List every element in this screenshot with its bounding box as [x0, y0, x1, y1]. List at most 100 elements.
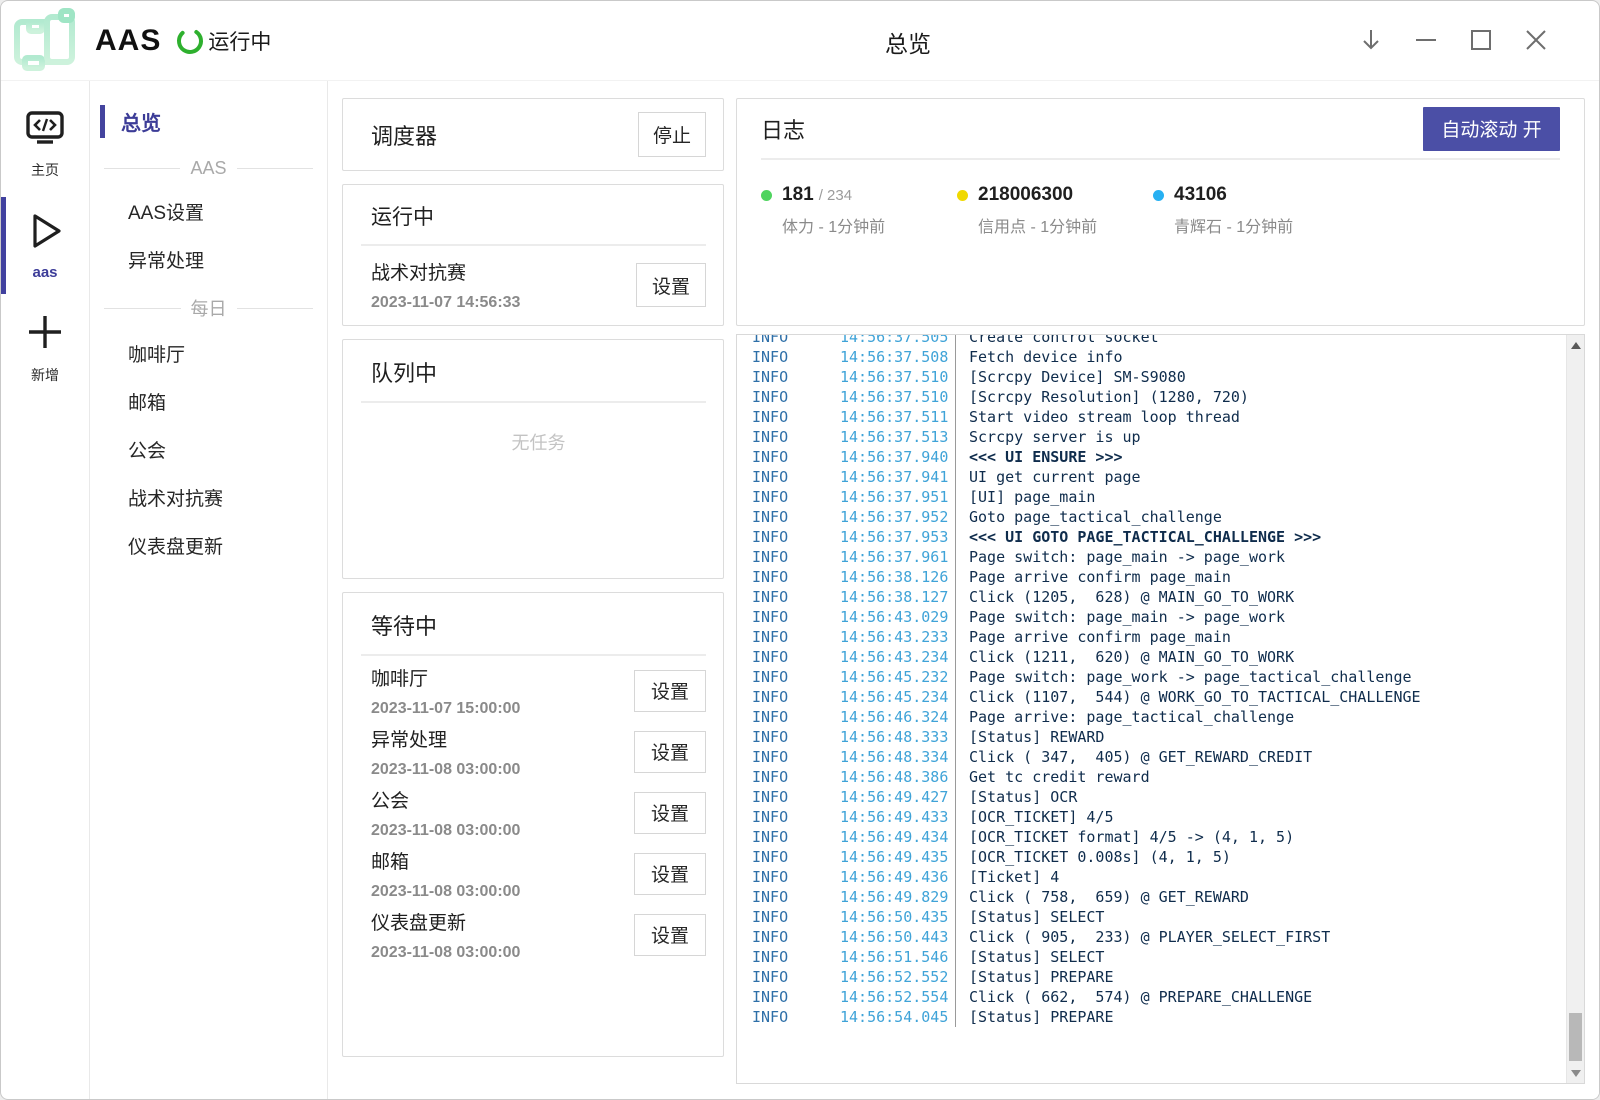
log-timestamp: 14:56:46.324 [840, 707, 952, 727]
log-level: INFO [752, 727, 840, 747]
log-timestamp: 14:56:49.829 [840, 887, 952, 907]
subnav-item-aas-settings[interactable]: AAS设置 [90, 189, 327, 234]
running-card: 运行中 战术对抗赛 2023-11-07 14:56:33 设置 [342, 184, 724, 326]
log-message: [Status] SELECT [955, 947, 1104, 967]
scrollbar-up-arrow-icon[interactable] [1567, 337, 1585, 354]
log-message: Page switch: page_work -> page_tactical_… [955, 667, 1412, 687]
log-message: Click ( 905, 233) @ PLAYER_SELECT_FIRST [955, 927, 1330, 947]
log-level: INFO [752, 527, 840, 547]
subnav-section-divider: AAS [90, 148, 327, 189]
log-message: [Status] OCR [955, 787, 1077, 807]
subnav-item-tactical-challenge[interactable]: 战术对抗赛 [90, 475, 327, 520]
scrollbar-down-arrow-icon[interactable] [1567, 1064, 1585, 1081]
subnav-item-dashboard-update[interactable]: 仪表盘更新 [90, 523, 327, 568]
scrollbar-thumb[interactable] [1569, 1013, 1582, 1061]
log-line: INFO14:56:38.126Page arrive confirm page… [752, 567, 1566, 587]
autoscroll-toggle-button[interactable]: 自动滚动 开 [1423, 107, 1560, 151]
log-scrollbar[interactable] [1566, 335, 1584, 1083]
log-message: [Scrcpy Device] SM-S9080 [955, 367, 1186, 387]
subnav-item-mailbox[interactable]: 邮箱 [90, 379, 327, 424]
stat-label: 信用点 - 1分钟前 [978, 213, 1153, 237]
log-message: UI get current page [955, 467, 1141, 487]
close-button[interactable] [1508, 13, 1563, 69]
log-line: INFO14:56:49.434[OCR_TICKET format] 4/5 … [752, 827, 1566, 847]
log-line: INFO14:56:50.443Click ( 905, 233) @ PLAY… [752, 927, 1566, 947]
play-icon [24, 210, 66, 257]
stat-top-row: 181/ 234 [761, 184, 957, 206]
waiting-task-name: 异常处理 [371, 725, 520, 752]
maximize-button[interactable] [1453, 13, 1508, 69]
log-timestamp: 14:56:45.232 [840, 667, 952, 687]
rail-item-add[interactable]: 新增 [1, 302, 89, 394]
log-message: [Status] PREPARE [955, 967, 1114, 987]
subnav: 总览AASAAS设置异常处理每日咖啡厅邮箱公会战术对抗赛仪表盘更新 [90, 81, 328, 1100]
waiting-settings-button[interactable]: 设置 [634, 792, 706, 834]
log-title: 日志 [761, 113, 805, 145]
log-message: Start video stream loop thread [955, 407, 1240, 427]
stop-button[interactable]: 停止 [638, 112, 706, 157]
subnav-item-guild[interactable]: 公会 [90, 427, 327, 472]
waiting-task-name: 仪表盘更新 [371, 908, 520, 935]
waiting-settings-button[interactable]: 设置 [634, 853, 706, 895]
subnav-item-exception-handling[interactable]: 异常处理 [90, 237, 327, 282]
log-level: INFO [752, 867, 840, 887]
waiting-task-info: 公会2023-11-08 03:00:00 [371, 786, 520, 840]
log-line: INFO14:56:37.510[Scrcpy Device] SM-S9080 [752, 367, 1566, 387]
log-timestamp: 14:56:38.126 [840, 567, 952, 587]
log-timestamp: 14:56:49.434 [840, 827, 952, 847]
subnav-item-overview[interactable]: 总览 [100, 105, 327, 138]
log-line: INFO14:56:48.333[Status] REWARD [752, 727, 1566, 747]
log-timestamp: 14:56:37.508 [840, 347, 952, 367]
waiting-task-name: 邮箱 [371, 847, 520, 874]
log-line: INFO14:56:43.233Page arrive confirm page… [752, 627, 1566, 647]
log-output-box: INFO14:56:37.505Create control socketINF… [736, 334, 1585, 1084]
waiting-settings-button[interactable]: 设置 [634, 670, 706, 712]
running-settings-button[interactable]: 设置 [636, 263, 706, 307]
scheduler-title: 调度器 [371, 119, 437, 151]
maximize-icon [1468, 27, 1494, 56]
log-message: Click (1211, 620) @ MAIN_GO_TO_WORK [955, 647, 1294, 667]
log-message: Page arrive confirm page_main [955, 567, 1231, 587]
stat-value: 218006300 [978, 184, 1073, 206]
log-message: Page switch: page_main -> page_work [955, 547, 1285, 567]
waiting-settings-button[interactable]: 设置 [634, 731, 706, 773]
stat-value: 43106 [1174, 184, 1227, 206]
log-header-card: 日志 自动滚动 开 181/ 234体力 - 1分钟前 218006300 信用点 … [736, 98, 1585, 326]
stat-dot-icon [957, 190, 968, 201]
waiting-task-info: 异常处理 2023-11-08 03:00:00 [371, 725, 520, 779]
log-message: [UI] page_main [955, 487, 1095, 507]
log-level: INFO [752, 467, 840, 487]
log-message: Page arrive confirm page_main [955, 627, 1231, 647]
running-spinner-icon [175, 26, 205, 56]
icon-rail: 主页 aas 新增 [1, 81, 90, 1100]
log-level: INFO [752, 787, 840, 807]
log-line: INFO14:56:45.234Click (1107, 544) @ WORK… [752, 687, 1566, 707]
log-level: INFO [752, 987, 840, 1007]
log-level: INFO [752, 647, 840, 667]
minimize-button[interactable] [1398, 13, 1453, 69]
subnav-item-cafe[interactable]: 咖啡厅 [90, 331, 327, 376]
rail-item-aas[interactable]: aas [1, 201, 89, 290]
log-line: INFO14:56:49.435[OCR_TICKET 0.008s] (4, … [752, 847, 1566, 867]
minimize-icon [1413, 27, 1439, 56]
log-message: Create control socket [955, 335, 1159, 347]
rail-item-label: 主页 [31, 160, 59, 180]
log-level: INFO [752, 927, 840, 947]
log-line: INFO14:56:37.511Start video stream loop … [752, 407, 1566, 427]
log-line: INFO14:56:37.961Page switch: page_main -… [752, 547, 1566, 567]
log-level: INFO [752, 967, 840, 987]
waiting-task-date: 2023-11-08 03:00:00 [371, 761, 520, 779]
log-line: INFO14:56:37.952Goto page_tactical_chall… [752, 507, 1566, 527]
waiting-task-list: 咖啡厅2023-11-07 15:00:00设置异常处理2023-11-08 0… [371, 660, 706, 965]
minimize-to-tray-button[interactable] [1343, 13, 1398, 69]
waiting-task-info: 仪表盘更新2023-11-08 03:00:00 [371, 908, 520, 962]
queue-empty-text: 无任务 [371, 403, 706, 455]
stat-item: 181/ 234体力 - 1分钟前 [761, 184, 957, 237]
rail-item-home[interactable]: 主页 [1, 99, 89, 189]
log-line: INFO14:56:37.508Fetch device info [752, 347, 1566, 367]
log-message: Page switch: page_main -> page_work [955, 607, 1285, 627]
waiting-settings-button[interactable]: 设置 [634, 914, 706, 956]
waiting-task-name: 公会 [371, 786, 520, 813]
log-line: INFO14:56:48.334Click ( 347, 405) @ GET_… [752, 747, 1566, 767]
log-line: INFO14:56:38.127Click (1205, 628) @ MAIN… [752, 587, 1566, 607]
